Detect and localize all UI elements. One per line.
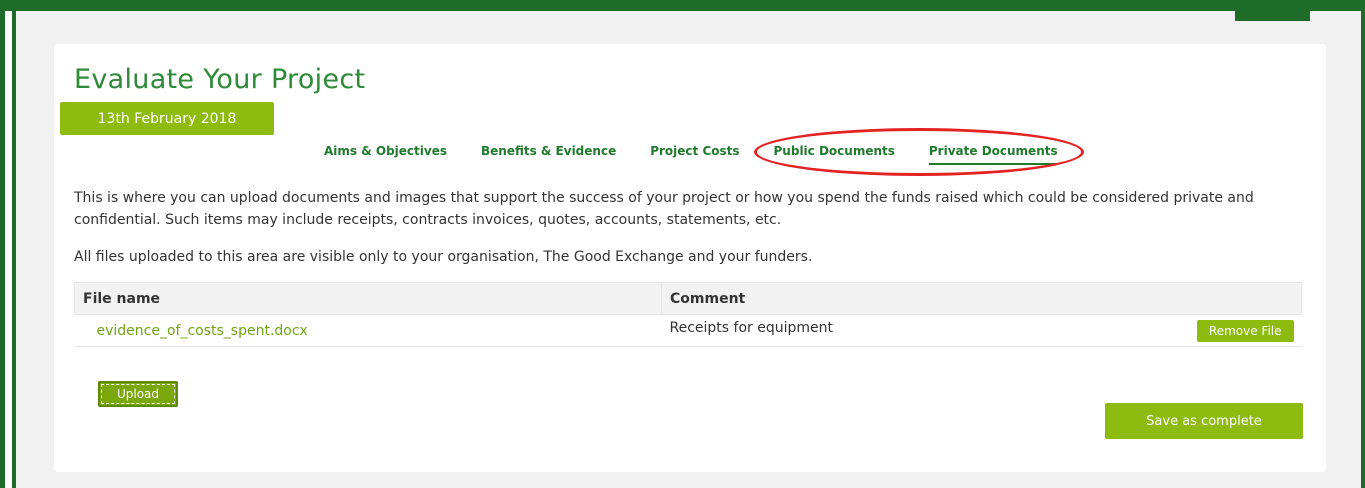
- left-inner-border: [12, 11, 16, 488]
- table-header-row: File name Comment: [74, 282, 1302, 315]
- save-as-complete-button[interactable]: Save as complete: [1105, 403, 1303, 439]
- top-right-tab: [1235, 11, 1310, 21]
- window-frame: Evaluate Your Project 13th February 2018…: [0, 0, 1365, 488]
- tab-benefits-evidence[interactable]: Benefits & Evidence: [481, 143, 616, 165]
- visibility-note: All files uploaded to this area are visi…: [74, 249, 813, 265]
- intro-text: This is where you can upload documents a…: [74, 190, 1254, 228]
- file-name-cell: evidence_of_costs_spent.docx: [74, 314, 662, 347]
- tab-project-costs[interactable]: Project Costs: [650, 143, 739, 165]
- date-badge: 13th February 2018: [60, 102, 274, 135]
- left-border: [0, 0, 5, 488]
- remove-file-button[interactable]: Remove File: [1196, 319, 1294, 342]
- comment-text: Receipts for equipment: [669, 319, 834, 336]
- table-row: evidence_of_costs_spent.docx Receipts fo…: [74, 314, 1302, 347]
- top-border: [0, 0, 1365, 11]
- comment-cell: Receipts for equipment Remove File: [661, 314, 1302, 347]
- highlight-annotation: [754, 128, 1084, 176]
- file-link[interactable]: evidence_of_costs_spent.docx: [83, 323, 308, 339]
- files-table: File name Comment evidence_of_costs_spen…: [74, 282, 1302, 347]
- header-comment: Comment: [661, 282, 1302, 315]
- tab-aims-objectives[interactable]: Aims & Objectives: [324, 143, 447, 165]
- evaluate-card: Evaluate Your Project 13th February 2018…: [54, 44, 1326, 472]
- upload-button[interactable]: Upload: [98, 381, 178, 407]
- right-border: [1361, 0, 1365, 488]
- page-title: Evaluate Your Project: [74, 64, 366, 95]
- header-file-name: File name: [74, 282, 662, 315]
